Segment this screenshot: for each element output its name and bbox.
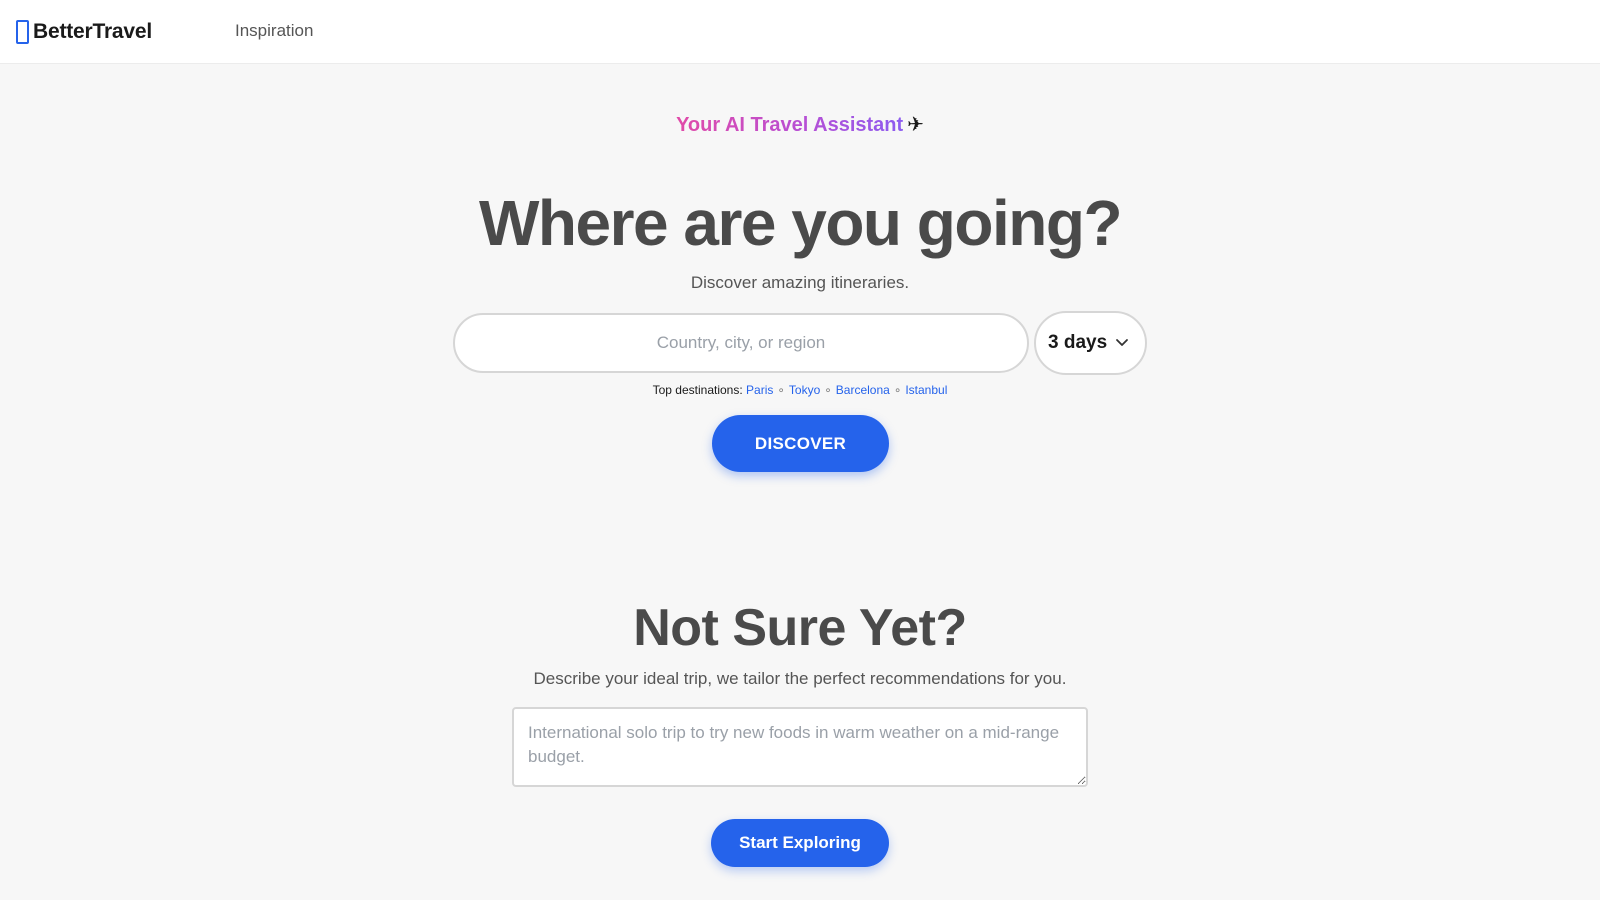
destination-link-tokyo[interactable]: Tokyo — [789, 383, 820, 397]
airplane-icon: ✈ — [907, 114, 924, 136]
trip-duration-value: 3 days — [1048, 332, 1108, 353]
section-subtitle: Describe your ideal trip, we tailor the … — [533, 669, 1067, 688]
destination-link-istanbul[interactable]: Istanbul — [905, 383, 947, 397]
brand-logo-link[interactable]: BetterTravel — [16, 18, 152, 46]
tagline: Your AI Travel Assistant ✈ — [0, 112, 1600, 137]
destination-link-paris[interactable]: Paris — [746, 383, 773, 397]
brand-name: BetterTravel — [33, 20, 152, 43]
separator: ∘ — [824, 383, 832, 397]
page-title: Where are you going? — [478, 187, 1123, 259]
section-title: Not Sure Yet? — [633, 599, 967, 657]
destination-link-barcelona[interactable]: Barcelona — [836, 383, 890, 397]
separator: ∘ — [893, 383, 902, 397]
discover-button[interactable]: DISCOVER — [712, 415, 889, 472]
trip-duration-select[interactable]: 3 days — [1034, 311, 1147, 375]
tagline-text: Your AI Travel Assistant — [676, 114, 904, 136]
top-destinations-label: Top destinations: — [652, 383, 743, 397]
top-destinations: Top destinations: Paris ∘ Tokyo ∘ Barcelona ∘… — [0, 383, 1600, 397]
nav-link-inspiration[interactable]: Inspiration — [235, 21, 313, 41]
top-nav-bar: BetterTravel Inspiration — [0, 0, 1600, 64]
start-exploring-button[interactable]: Start Exploring — [711, 819, 889, 867]
brand-logo-icon — [16, 20, 29, 44]
separator: ∘ — [777, 383, 785, 397]
chevron-down-icon — [1116, 339, 1128, 346]
destination-search-input[interactable] — [453, 313, 1029, 373]
ideal-trip-textarea[interactable] — [512, 707, 1088, 787]
hero-subtitle: Discover amazing itineraries. — [690, 273, 910, 292]
